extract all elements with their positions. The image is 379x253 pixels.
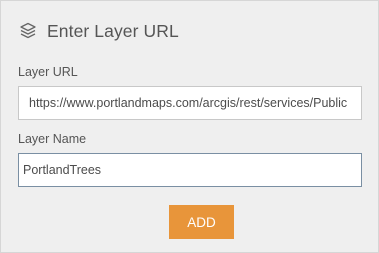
layer-name-input[interactable] [18,153,362,187]
panel-header: Enter Layer URL [18,18,179,44]
add-button[interactable]: ADD [169,205,234,239]
add-layer-panel: Enter Layer URL Layer URL Layer Name ADD [0,0,379,253]
panel-title: Enter Layer URL [47,20,179,41]
layer-name-label: Layer Name [18,132,87,146]
layer-url-label: Layer URL [18,65,78,79]
layer-url-input[interactable] [18,86,362,120]
layers-icon [18,21,38,41]
